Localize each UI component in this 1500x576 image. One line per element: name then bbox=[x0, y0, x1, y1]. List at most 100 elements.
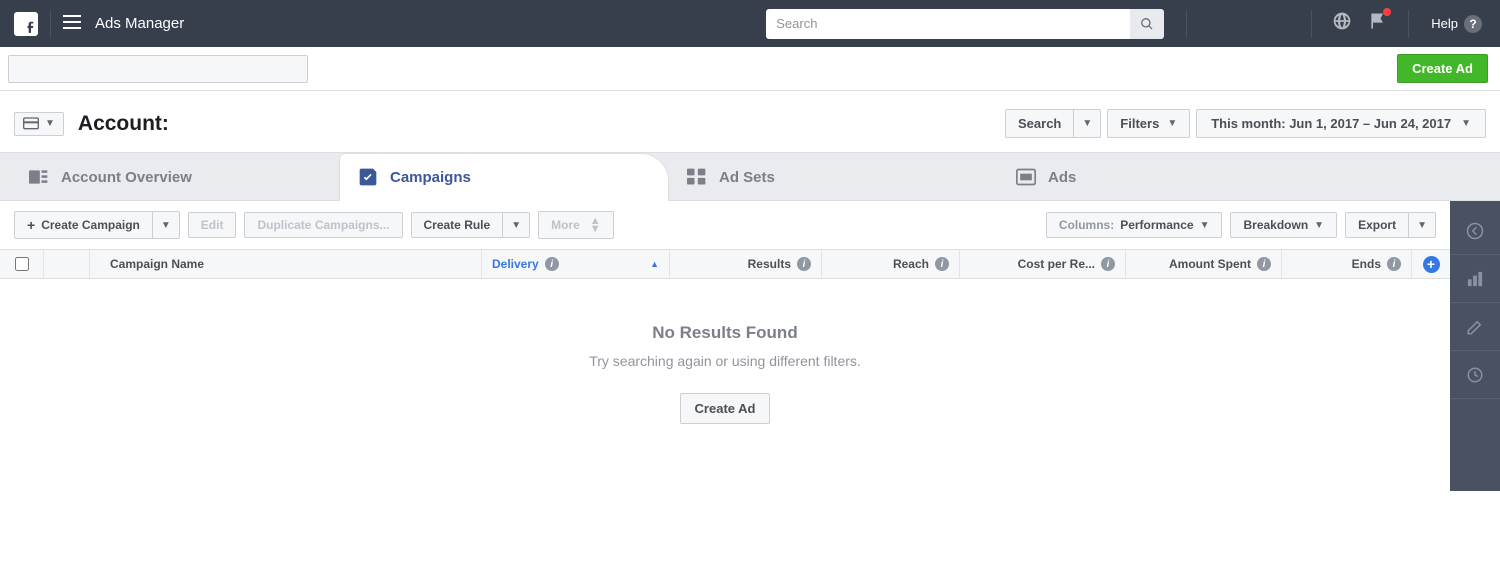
caret-down-icon: ▼ bbox=[1082, 118, 1092, 129]
info-icon: i bbox=[797, 257, 811, 271]
tab-label: Ads bbox=[1048, 169, 1076, 186]
tab-account-overview[interactable]: Account Overview bbox=[10, 153, 340, 200]
col-cost-per-result[interactable]: Cost per Re... i bbox=[960, 250, 1126, 278]
bar-chart-icon bbox=[1466, 270, 1484, 288]
select-all-header[interactable] bbox=[0, 250, 44, 278]
info-icon: i bbox=[1101, 257, 1115, 271]
tab-ad-sets[interactable]: Ad Sets bbox=[668, 153, 998, 200]
col-label: Amount Spent bbox=[1169, 257, 1251, 271]
sort-icon: ▲▼ bbox=[590, 217, 601, 233]
col-campaign-name[interactable]: Campaign Name bbox=[90, 250, 482, 278]
col-results[interactable]: Results i bbox=[670, 250, 822, 278]
caret-down-icon: ▼ bbox=[1461, 118, 1471, 129]
export-dd[interactable]: ▼ bbox=[1409, 212, 1436, 238]
caret-down-icon: ▼ bbox=[1417, 220, 1427, 231]
help-link[interactable]: Help ? bbox=[1431, 15, 1482, 33]
info-icon: i bbox=[545, 257, 559, 271]
col-label: Cost per Re... bbox=[1018, 257, 1095, 271]
app-title: Ads Manager bbox=[95, 15, 184, 32]
caret-down-icon: ▼ bbox=[511, 220, 521, 231]
search-filter-dd[interactable]: ▼ bbox=[1074, 109, 1101, 138]
sort-asc-icon: ▲ bbox=[650, 259, 659, 269]
create-campaign-dd[interactable]: ▼ bbox=[153, 211, 180, 239]
create-rule-button[interactable]: Create Rule bbox=[411, 212, 504, 238]
create-campaign-label: Create Campaign bbox=[41, 218, 140, 232]
duplicate-button[interactable]: Duplicate Campaigns... bbox=[244, 212, 402, 238]
caret-down-icon: ▼ bbox=[1200, 220, 1210, 231]
divider bbox=[1186, 10, 1187, 38]
empty-create-ad-button[interactable]: Create Ad bbox=[680, 393, 771, 424]
pencil-icon bbox=[1466, 318, 1484, 336]
plus-circle-icon: + bbox=[1423, 256, 1440, 273]
export-button[interactable]: Export bbox=[1345, 212, 1409, 238]
adsets-icon bbox=[687, 168, 707, 186]
add-column-button[interactable]: + bbox=[1412, 250, 1450, 278]
account-bar: ▼ Account: Search ▼ Filters ▼ This month… bbox=[0, 91, 1500, 152]
main-area: + Create Campaign ▼ Edit Duplicate Campa… bbox=[0, 201, 1500, 491]
divider bbox=[50, 10, 51, 38]
sub-header: Create Ad bbox=[0, 47, 1500, 91]
empty-title: No Results Found bbox=[0, 323, 1450, 343]
account-title: Account: bbox=[78, 112, 169, 136]
campaigns-icon bbox=[358, 168, 378, 186]
rail-edit-button[interactable] bbox=[1450, 303, 1500, 351]
rail-history-button[interactable] bbox=[1450, 351, 1500, 399]
facebook-logo[interactable] bbox=[14, 12, 38, 36]
select-all-checkbox[interactable] bbox=[15, 257, 29, 271]
caret-down-icon: ▼ bbox=[45, 118, 55, 129]
col-label: Delivery bbox=[492, 257, 539, 271]
create-rule-dd[interactable]: ▼ bbox=[503, 212, 530, 238]
menu-icon[interactable] bbox=[63, 12, 81, 35]
filters-button[interactable]: Filters ▼ bbox=[1107, 109, 1190, 138]
info-icon: i bbox=[1257, 257, 1271, 271]
more-button[interactable]: More ▲▼ bbox=[538, 211, 614, 239]
top-navbar: Ads Manager Help ? bbox=[0, 0, 1500, 47]
create-campaign-button[interactable]: + Create Campaign bbox=[14, 211, 153, 239]
date-range-label: This month: Jun 1, 2017 – Jun 24, 2017 bbox=[1211, 116, 1451, 131]
account-card-button[interactable]: ▼ bbox=[14, 112, 64, 136]
toggle-header bbox=[44, 250, 90, 278]
search-input[interactable] bbox=[766, 9, 1130, 39]
filters-label: Filters bbox=[1120, 116, 1159, 131]
ads-icon bbox=[1016, 168, 1036, 186]
col-label: Ends bbox=[1352, 257, 1381, 271]
notifications-flag-icon[interactable] bbox=[1368, 11, 1388, 36]
search-icon bbox=[1140, 17, 1154, 31]
caret-down-icon: ▼ bbox=[161, 220, 171, 231]
columns-value: Performance bbox=[1120, 218, 1193, 232]
card-icon bbox=[23, 117, 39, 131]
edit-button[interactable]: Edit bbox=[188, 212, 237, 238]
create-ad-button[interactable]: Create Ad bbox=[1397, 54, 1488, 83]
caret-down-icon: ▼ bbox=[1167, 118, 1177, 129]
global-search bbox=[766, 9, 1164, 39]
right-rail bbox=[1450, 201, 1500, 491]
col-amount-spent[interactable]: Amount Spent i bbox=[1126, 250, 1282, 278]
campaign-toolbar: + Create Campaign ▼ Edit Duplicate Campa… bbox=[0, 201, 1450, 249]
info-icon: i bbox=[1387, 257, 1401, 271]
rail-performance-button[interactable] bbox=[1450, 255, 1500, 303]
search-filter-button[interactable]: Search bbox=[1005, 109, 1074, 138]
tab-campaigns[interactable]: Campaigns bbox=[339, 153, 669, 200]
search-button[interactable] bbox=[1130, 9, 1164, 39]
empty-subtitle: Try searching again or using different f… bbox=[0, 353, 1450, 369]
more-label: More bbox=[551, 218, 580, 232]
col-ends[interactable]: Ends i bbox=[1282, 250, 1412, 278]
col-delivery[interactable]: Delivery i ▲ bbox=[482, 250, 670, 278]
notification-badge bbox=[1383, 8, 1391, 16]
content: + Create Campaign ▼ Edit Duplicate Campa… bbox=[0, 201, 1450, 491]
date-range-button[interactable]: This month: Jun 1, 2017 – Jun 24, 2017 ▼ bbox=[1196, 109, 1486, 138]
plus-icon: + bbox=[27, 217, 35, 233]
tabs-row: Account Overview Campaigns Ad Sets Ads bbox=[0, 152, 1500, 201]
clock-icon bbox=[1466, 366, 1484, 384]
breakdown-button[interactable]: Breakdown ▼ bbox=[1230, 212, 1337, 238]
globe-icon[interactable] bbox=[1332, 11, 1352, 36]
columns-button[interactable]: Columns: Performance ▼ bbox=[1046, 212, 1223, 238]
account-selector-placeholder[interactable] bbox=[8, 55, 308, 83]
tab-ads[interactable]: Ads bbox=[997, 153, 1327, 200]
tab-label: Campaigns bbox=[390, 169, 471, 186]
help-icon: ? bbox=[1464, 15, 1482, 33]
rail-collapse-button[interactable] bbox=[1450, 207, 1500, 255]
col-reach[interactable]: Reach i bbox=[822, 250, 960, 278]
chevron-left-icon bbox=[1466, 222, 1484, 240]
divider bbox=[1311, 10, 1312, 38]
